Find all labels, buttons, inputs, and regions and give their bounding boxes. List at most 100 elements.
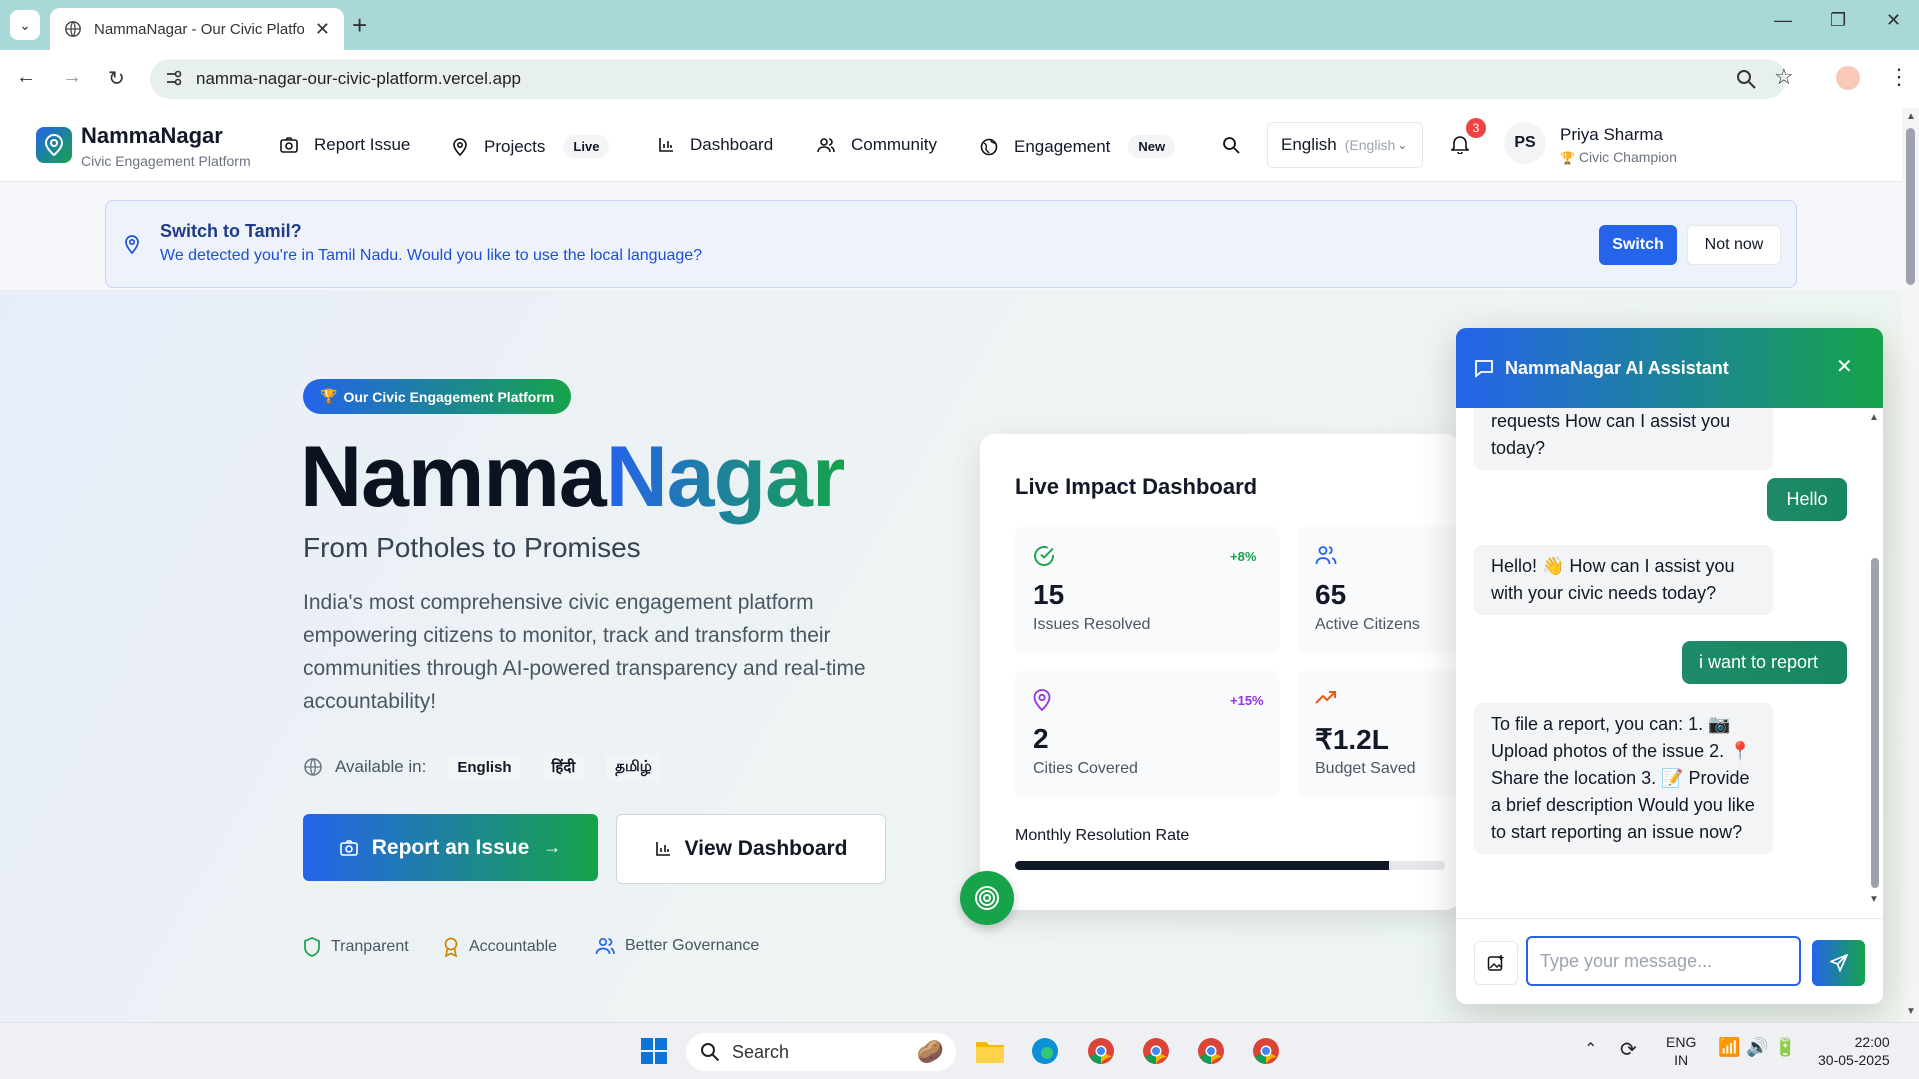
chrome-profile-icon[interactable] [1248,1033,1284,1069]
chat-close-icon[interactable]: ✕ [1836,354,1853,379]
tab-list-chevron-icon[interactable]: ⌄ [10,10,40,40]
avatar[interactable]: PS [1504,122,1546,164]
stat-label: Active Citizens [1315,616,1420,633]
available-label: Available in: [335,757,427,776]
restore-icon[interactable]: ❐ [1830,10,1846,31]
clock[interactable]: 22:00 30-05-2025 [1818,1033,1890,1069]
location-pin-icon [125,235,139,255]
reload-icon[interactable]: ↻ [108,66,125,91]
nav-community[interactable]: Community [817,135,937,155]
globe-icon [304,758,322,776]
back-arrow-icon[interactable]: ← [16,66,36,89]
user-name[interactable]: Priya Sharma [1560,125,1663,145]
minimize-icon[interactable]: — [1774,10,1792,31]
page-scrollbar[interactable]: ▲ ▼ [1902,108,1919,1022]
chat-scroll-up-icon[interactable]: ▲ [1869,412,1879,423]
stat-value: 2 [1033,723,1049,754]
chrome-icon-active[interactable] [1083,1033,1119,1069]
browser-tab[interactable]: NammaNagar - Our Civic Platform ✕ [50,8,344,50]
trust-governance-label: Better Governance [625,937,760,954]
lang-line2: IN [1674,1052,1689,1068]
bar-chart-icon [655,842,670,856]
windows-taskbar: Search 🥔 ⌃ ⟳ ENG IN 📶 🔊 🔋 22:00 30-05-20… [0,1022,1919,1079]
stat-budget-saved: ₹1.2L Budget Saved [1297,671,1460,797]
trophy-icon: 🏆 [320,388,338,404]
not-now-button[interactable]: Not now [1687,225,1781,265]
chat-title: NammaNagar AI Assistant [1505,358,1729,378]
nav-dashboard[interactable]: Dashboard [658,135,773,155]
forward-arrow-icon[interactable]: → [62,66,82,89]
battery-icon[interactable]: 🔋 [1774,1037,1796,1058]
switch-button[interactable]: Switch [1599,225,1677,265]
scroll-up-icon[interactable]: ▲ [1906,111,1916,122]
hero-badge: 🏆 Our Civic Engagement Platform [303,379,572,414]
new-badge: New [1128,135,1176,158]
nav-report-issue[interactable]: Report Issue [280,135,410,155]
hero-badge-label: Our Civic Engagement Platform [343,388,555,405]
live-impact-dashboard-card: Live Impact Dashboard +8% 15 Issues Reso… [980,434,1460,910]
user-message: Hello [1767,478,1847,521]
report-issue-button[interactable]: Report an Issue → [303,814,598,881]
bell-icon[interactable] [1451,134,1469,154]
chat-scrollbar[interactable]: ▲ ▼ [1868,408,1880,908]
chat-scroll-down-icon[interactable]: ▼ [1869,894,1879,905]
chat-messages: requests How can I assist you today? Hel… [1456,408,1883,908]
map-pin-icon [1033,689,1051,711]
nav-engagement[interactable]: Engagement New [980,135,1176,158]
edge-browser-icon[interactable] [1027,1033,1063,1069]
wifi-icon[interactable]: 📶 [1718,1037,1740,1058]
browser-menu-icon[interactable]: ⋮ [1888,64,1910,90]
language-chip-hindi[interactable]: हिंदी [542,753,585,781]
taskbar-search-label: Search [732,1041,790,1062]
chat-scroll-thumb[interactable] [1871,558,1879,888]
view-dashboard-button[interactable]: View Dashboard [616,814,886,884]
tab-close-icon[interactable]: ✕ [315,19,330,40]
scroll-thumb[interactable] [1906,128,1915,285]
hero-subtitle: From Potholes to Promises [303,532,641,563]
input-language-indicator[interactable]: ENG IN [1666,1033,1696,1069]
search-highlight-icon: 🥔 [916,1039,944,1064]
clock-date: 30-05-2025 [1818,1052,1890,1068]
volume-icon[interactable]: 🔊 [1746,1037,1768,1058]
trust-accountable: Accountable [443,937,557,957]
windows-start-icon[interactable] [636,1033,672,1069]
trust-accountable-label: Accountable [469,938,558,955]
sync-icon[interactable]: ⟳ [1620,1037,1637,1062]
chrome-profile-icon[interactable] [1193,1033,1229,1069]
bookmark-star-icon[interactable]: ☆ [1774,64,1794,90]
logo-pin-icon[interactable] [36,127,72,163]
stat-value: 15 [1033,579,1065,610]
profile-avatar-icon[interactable] [1836,66,1860,90]
url-field[interactable]: namma-nagar-our-civic-platform.vercel.ap… [150,59,1786,99]
tab-title: NammaNagar - Our Civic Platform [94,20,304,38]
search-icon[interactable] [1222,136,1240,154]
language-select[interactable]: English (English ⌄ [1267,122,1423,168]
zoom-icon[interactable] [1735,68,1757,90]
window-close-icon[interactable]: ✕ [1886,10,1901,31]
chrome-icon[interactable] [1138,1033,1174,1069]
trending-up-icon [1315,691,1336,704]
chevron-down-icon: ⌄ [1397,138,1408,152]
brand-name[interactable]: NammaNagar [81,123,223,149]
new-tab-plus-icon[interactable]: + [352,12,367,38]
send-button[interactable] [1812,940,1865,986]
language-chip-english[interactable]: English [448,754,521,780]
file-explorer-icon[interactable] [972,1033,1008,1069]
arrow-right-icon: → [543,837,562,857]
attach-image-button[interactable] [1474,941,1518,985]
stat-label: Issues Resolved [1033,616,1151,633]
view-dashboard-label: View Dashboard [684,837,848,860]
language-chip-tamil[interactable]: தமிழ் [606,753,661,781]
site-info-icon[interactable] [164,69,182,87]
taskbar-search[interactable]: Search 🥔 [686,1033,956,1071]
nav-projects[interactable]: Projects Live [452,135,610,158]
stat-label: Cities Covered [1033,760,1138,777]
target-fab-button[interactable] [960,871,1014,925]
tray-chevron-up-icon[interactable]: ⌃ [1584,1039,1597,1059]
hero-title: NammaNagar [300,428,845,527]
nav-projects-label: Projects [484,136,546,156]
stat-issues-resolved: +8% 15 Issues Resolved [1015,527,1280,653]
stat-cities-covered: +15% 2 Cities Covered [1015,671,1280,797]
scroll-down-icon[interactable]: ▼ [1906,1006,1916,1017]
chat-message-input[interactable] [1526,936,1801,986]
